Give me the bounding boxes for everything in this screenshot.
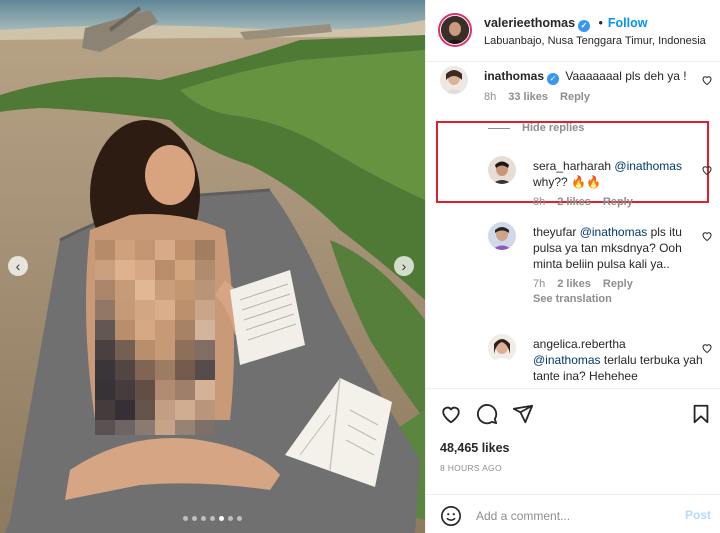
comments-list[interactable]: inathomas ✓ Vaaaaaaal pls deh ya ! 8h 33 l… bbox=[426, 62, 720, 388]
comment-composer: Post bbox=[426, 494, 720, 533]
commenter-avatar[interactable] bbox=[488, 222, 516, 250]
author-username[interactable]: valerieethomas ✓ • Follow bbox=[484, 16, 647, 32]
separator-dot: • bbox=[598, 16, 603, 30]
carousel-next-button[interactable]: › bbox=[394, 256, 414, 276]
reply-button[interactable]: Reply bbox=[560, 91, 590, 103]
comment-likes[interactable]: 2 likes bbox=[557, 196, 591, 208]
carousel-dot bbox=[237, 516, 242, 521]
comment-like-heart-icon[interactable] bbox=[701, 230, 713, 242]
commenter-avatar[interactable] bbox=[488, 156, 516, 184]
heart-icon[interactable] bbox=[440, 403, 462, 425]
comment-text: why?? 🔥🔥 bbox=[533, 175, 601, 189]
comment-mention[interactable]: @inathomas bbox=[614, 159, 682, 173]
author-username-text[interactable]: valerieethomas bbox=[484, 16, 575, 30]
commenter-avatar[interactable] bbox=[488, 334, 516, 362]
share-icon[interactable] bbox=[512, 403, 534, 425]
smiley-icon[interactable] bbox=[440, 505, 462, 527]
post-comment-button[interactable]: Post bbox=[685, 508, 711, 522]
author-avatar[interactable] bbox=[438, 13, 472, 47]
carousel-dot bbox=[201, 516, 206, 521]
censor-mosaic bbox=[95, 240, 215, 435]
carousel-indicator bbox=[0, 516, 425, 521]
beach-photo-image bbox=[0, 0, 425, 533]
carousel-dot bbox=[219, 516, 224, 521]
post-actions: 48,465 likes 8 HOURS AGO Post bbox=[426, 388, 720, 533]
follow-button[interactable]: Follow bbox=[608, 16, 648, 30]
comment-input[interactable] bbox=[476, 505, 666, 527]
hide-replies-button[interactable]: Hide replies bbox=[488, 122, 584, 134]
comment-like-heart-icon[interactable] bbox=[701, 164, 713, 176]
reply-button[interactable]: Reply bbox=[603, 196, 633, 208]
carousel-dot bbox=[228, 516, 233, 521]
see-translation-button[interactable]: See translation bbox=[533, 293, 703, 305]
chevron-right-icon: › bbox=[401, 258, 407, 274]
post-side-panel: valerieethomas ✓ • Follow Labuanbajo, Nusa… bbox=[425, 0, 720, 533]
comment-time[interactable]: 7h bbox=[533, 278, 545, 290]
chevron-left-icon: ‹ bbox=[15, 258, 21, 274]
post-location[interactable]: Labuanbajo, Nusa Tenggara Timur, Indones… bbox=[484, 35, 709, 47]
reply-button[interactable]: Reply bbox=[603, 278, 633, 290]
post-header: valerieethomas ✓ • Follow Labuanbajo, Nusa… bbox=[426, 0, 720, 62]
carousel-dot bbox=[192, 516, 197, 521]
comment-likes[interactable]: 2 likes bbox=[557, 278, 591, 290]
carousel-dot bbox=[183, 516, 188, 521]
comment-like-heart-icon[interactable] bbox=[701, 74, 713, 86]
comment-text: Vaaaaaaal pls deh ya ! bbox=[565, 69, 687, 83]
carousel-prev-button[interactable]: ‹ bbox=[8, 256, 28, 276]
comment-likes[interactable]: 33 likes bbox=[508, 91, 548, 103]
post-photo[interactable]: ‹ › bbox=[0, 0, 425, 533]
comment-icon[interactable] bbox=[476, 403, 498, 425]
bookmark-icon[interactable] bbox=[690, 403, 712, 425]
verified-badge-icon: ✓ bbox=[578, 20, 591, 32]
verified-badge-icon: ✓ bbox=[547, 73, 560, 85]
comment-like-heart-icon[interactable] bbox=[701, 342, 713, 354]
comment-username[interactable]: sera_harharah bbox=[533, 159, 611, 173]
comment-username[interactable]: angelica.rebertha bbox=[533, 337, 626, 351]
commenter-avatar[interactable] bbox=[440, 66, 468, 94]
comment-username[interactable]: theyufar bbox=[533, 225, 576, 239]
comment-time[interactable]: 8h bbox=[484, 91, 496, 103]
comment-mention[interactable]: @inathomas bbox=[580, 225, 648, 239]
likes-count[interactable]: 48,465 likes bbox=[440, 441, 510, 455]
comment-username[interactable]: inathomas bbox=[484, 69, 544, 83]
comment-mention[interactable]: @inathomas bbox=[533, 353, 601, 367]
carousel-dot bbox=[210, 516, 215, 521]
post-timestamp[interactable]: 8 HOURS AGO bbox=[440, 463, 502, 473]
comment-time[interactable]: 8h bbox=[533, 196, 545, 208]
